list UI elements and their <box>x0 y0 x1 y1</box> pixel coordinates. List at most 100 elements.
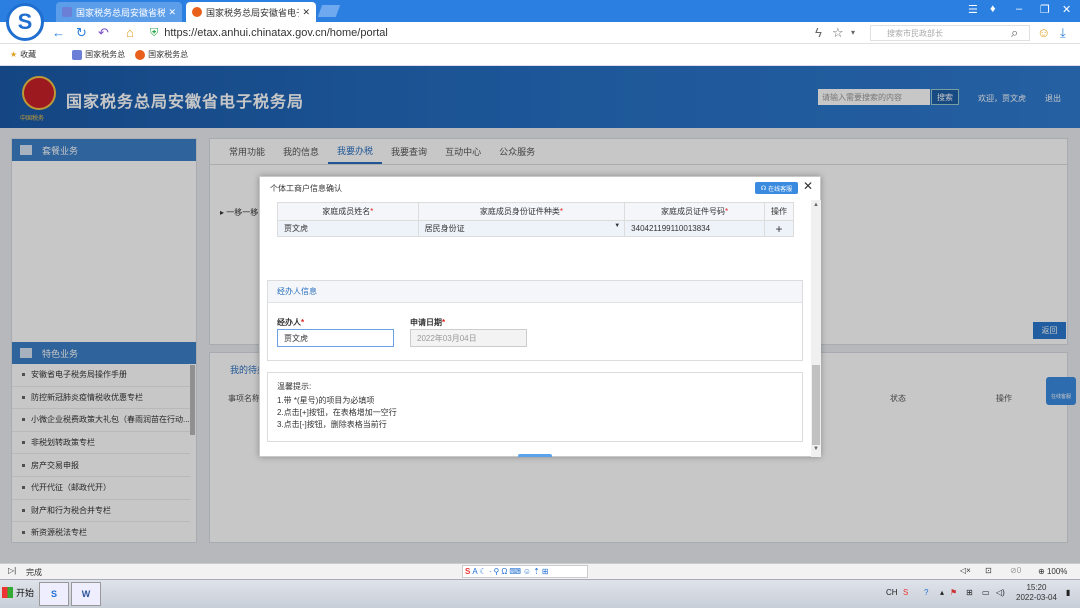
apply-date-input: 2022年03月04日 <box>410 329 527 347</box>
browser-logo-icon[interactable]: S <box>6 3 44 41</box>
column-header: 操作 <box>764 202 794 221</box>
show-desktop-icon[interactable]: ▮ <box>1066 588 1070 597</box>
clock-time: 15:20 <box>1026 583 1047 592</box>
word-task-icon[interactable]: W <box>71 582 101 606</box>
tip-line: 3.点击[-]按钮，删除表格当前行 <box>277 420 387 429</box>
maximize-icon[interactable]: ❐ <box>1040 3 1050 16</box>
new-tab-button[interactable] <box>317 5 341 17</box>
minimize-icon[interactable]: – <box>1016 3 1022 15</box>
tab-title: 国家税务总局安徽省电子 <box>206 7 300 18</box>
smiley-icon[interactable]: ☺ <box>1037 25 1050 40</box>
bookmark-item[interactable]: 国家税务总 <box>135 49 188 60</box>
header-label: 家庭成员身份证件种类 <box>479 207 560 216</box>
battery-icon[interactable]: ▭ <box>982 588 990 597</box>
address-bar[interactable]: ⛨ https://etax.anhui.chinatax.gov.cn/hom… <box>150 25 800 41</box>
scroll-down-icon[interactable]: ▼ <box>813 446 819 452</box>
required-mark: * <box>559 207 563 216</box>
member-name-cell[interactable]: 贾文虎 <box>277 220 419 237</box>
save-button[interactable]: 保存 <box>518 454 552 457</box>
network-icon[interactable]: ⊞ <box>966 588 973 597</box>
status-text: 完成 <box>26 568 42 577</box>
bookmark-item[interactable]: 国家税务总 <box>72 49 125 60</box>
windows-flag-icon <box>2 587 13 598</box>
dropdown-icon[interactable]: ▾ <box>851 28 855 37</box>
modal-scrollbar[interactable]: ▲ ▼ <box>811 200 821 457</box>
scroll-up-icon[interactable]: ▲ <box>813 202 819 208</box>
column-header: 家庭成员身份证件种类* <box>417 202 626 221</box>
bookmark-label: 收藏 <box>20 50 37 59</box>
browser-search-input[interactable]: 搜索市民政部长 <box>870 25 1030 41</box>
security-tray-icon[interactable]: ⚑ <box>950 588 957 597</box>
household-confirm-modal: 个体工商户信息确认 ☊ 在线客服 ✕ 家庭成员姓名* 家庭成员身份证件种类* 家… <box>259 176 821 457</box>
browser-tab-bar: S 国家税务总局安徽省税务 ✕ 国家税务总局安徽省电子 ✕ ☰ ♦ – ❐ ✕ <box>0 0 1080 41</box>
browser-tab-2[interactable]: 国家税务总局安徽省电子 ✕ <box>186 2 316 22</box>
required-mark: * <box>370 207 374 216</box>
clock-date: 2022-03-04 <box>1016 593 1057 602</box>
id-number-cell[interactable]: 340421199110013834 <box>624 220 766 237</box>
bookmark-label: 国家税务总 <box>85 50 126 59</box>
browser-tab-1[interactable]: 国家税务总局安徽省税务 ✕ <box>56 2 182 22</box>
sogou-browser-task-icon[interactable]: S <box>39 582 69 606</box>
modal-online-service-button[interactable]: ☊ 在线客服 <box>755 182 798 194</box>
add-row-button[interactable]: + <box>764 220 794 237</box>
required-mark: * <box>725 207 729 216</box>
lock-icon[interactable]: ⊡ <box>985 566 992 575</box>
table-header-row: 家庭成员姓名* 家庭成员身份证件种类* 家庭成员证件号码* 操作 <box>277 202 794 221</box>
section-title: 经办人信息 <box>268 281 802 303</box>
star-icon[interactable]: ☆ <box>832 25 844 41</box>
bookmarks-bar: ★ 收藏 国家税务总 国家税务总 <box>0 44 1080 66</box>
undo-icon[interactable]: ↶ <box>98 25 109 41</box>
volume-icon[interactable]: ◁) <box>996 588 1005 597</box>
bookmark-favorites[interactable]: ★ 收藏 <box>10 49 36 60</box>
star-icon: ★ <box>10 50 18 59</box>
scrollbar-thumb[interactable] <box>812 365 820 445</box>
search-placeholder: 搜索市民政部长 <box>887 28 943 38</box>
tax-site-favicon-icon <box>72 49 83 60</box>
search-icon[interactable]: ⌕ <box>1011 25 1018 41</box>
lightning-icon[interactable]: ϟ <box>815 25 822 40</box>
modal-title: 个体工商户信息确认 <box>270 184 342 193</box>
browser-toolbar: ← ↻ ↶ ⌂ ⛨ https://etax.anhui.chinatax.go… <box>0 22 1080 44</box>
close-tab-icon[interactable]: ✕ <box>302 7 310 18</box>
agent-info-section: 经办人信息 经办人* 申请日期* 贾文虎 2022年03月04日 <box>267 280 803 361</box>
os-taskbar: 开始 S W CH S ? ▴ ⚑ ⊞ ▭ ◁) 15:20 2022-03-0… <box>0 579 1080 608</box>
sidebar-toggle-icon[interactable]: ▷| <box>8 566 16 575</box>
agent-label: 经办人* <box>277 317 304 328</box>
home-icon[interactable]: ⌂ <box>126 25 134 40</box>
service-button-label: 在线客服 <box>768 186 793 193</box>
header-label: 家庭成员姓名 <box>322 207 371 216</box>
required-mark: * <box>442 318 446 327</box>
skin-icon[interactable]: ♦ <box>990 3 996 15</box>
header-label: 家庭成员证件号码 <box>661 207 726 216</box>
column-header: 家庭成员证件号码* <box>624 202 766 221</box>
start-button[interactable]: 开始 <box>2 586 34 599</box>
id-type-select[interactable]: 居民身份证 ▼ <box>417 220 626 237</box>
column-header: 家庭成员姓名* <box>277 202 419 221</box>
download-count-icon[interactable]: ⊘0 <box>1010 566 1021 575</box>
tax-site-favicon-icon <box>192 7 202 17</box>
sogou-icon: S <box>465 567 473 576</box>
tray-arrow-icon[interactable]: ▴ <box>940 588 944 597</box>
tax-site-favicon-icon <box>135 49 146 60</box>
start-label: 开始 <box>16 588 35 598</box>
menu-icon[interactable]: ☰ <box>968 3 978 16</box>
zoom-level[interactable]: ⊕ 100% <box>1038 567 1067 576</box>
agent-name-input[interactable]: 贾文虎 <box>277 329 394 347</box>
download-icon[interactable]: ⤓ <box>1060 25 1066 41</box>
id-type-value: 居民身份证 <box>424 224 465 233</box>
close-icon[interactable]: ✕ <box>803 179 813 193</box>
help-icon[interactable]: ? <box>924 588 928 597</box>
close-window-icon[interactable]: ✕ <box>1062 3 1071 16</box>
required-mark: * <box>301 318 305 327</box>
modal-body: 家庭成员姓名* 家庭成员身份证件种类* 家庭成员证件号码* 操作 贾文虎 居民身… <box>260 200 811 457</box>
refresh-icon[interactable]: ↻ <box>76 25 87 41</box>
mute-icon[interactable]: ◁× <box>960 566 971 575</box>
ime-tray-icon[interactable]: S <box>903 588 908 597</box>
ime-toolbar[interactable]: S A☾·⚲Ω⌨☺⇡⊞ <box>462 565 588 578</box>
language-indicator[interactable]: CH <box>886 588 898 597</box>
zoom-value: 100% <box>1046 567 1068 576</box>
system-clock[interactable]: 15:20 2022-03-04 <box>1016 583 1057 603</box>
back-icon[interactable]: ← <box>52 25 65 40</box>
label-text: 经办人 <box>277 318 301 327</box>
close-tab-icon[interactable]: ✕ <box>168 7 176 18</box>
